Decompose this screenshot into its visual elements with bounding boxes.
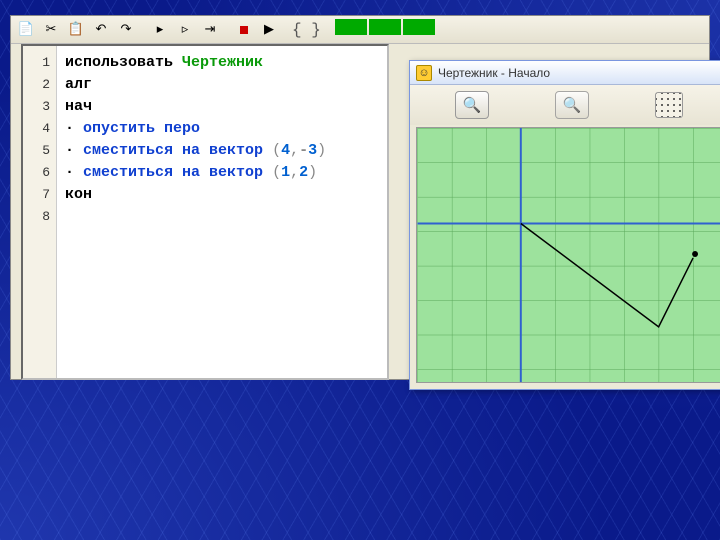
cut-icon[interactable]: ✂ <box>40 19 62 41</box>
app-icon: ☺ <box>416 65 432 81</box>
step-icon[interactable]: ▸ <box>149 19 171 41</box>
step-over-icon[interactable]: ⇥ <box>199 19 221 41</box>
code-area[interactable]: использовать Чертежник алг нач · опустит… <box>57 46 387 378</box>
ide-window: 📄 ✂ 📋 ↶ ↷ ▸ ▹ ⇥ ▶ { } 1 2 3 4 5 6 7 8 ис… <box>10 15 710 380</box>
grid-toggle-button[interactable] <box>655 92 683 118</box>
zoom-out-button[interactable]: 🔍 <box>555 91 589 119</box>
drawer-toolbar: 🔍 🔍 <box>410 85 720 125</box>
status-bars <box>333 19 435 40</box>
step-into-icon[interactable]: ▹ <box>174 19 196 41</box>
zoom-in-button[interactable]: 🔍 <box>455 91 489 119</box>
drawer-title: Чертежник - Начало <box>438 66 550 80</box>
drawing-canvas[interactable] <box>416 127 720 383</box>
grid-svg <box>417 128 720 382</box>
code-editor[interactable]: 1 2 3 4 5 6 7 8 использовать Чертежник а… <box>21 44 389 380</box>
drawer-titlebar[interactable]: ☺ Чертежник - Начало <box>410 61 720 85</box>
stop-icon[interactable] <box>233 19 255 41</box>
drawer-window: ☺ Чертежник - Начало 🔍 🔍 <box>409 60 720 390</box>
copy-icon[interactable]: 📋 <box>65 19 87 41</box>
line-gutter: 1 2 3 4 5 6 7 8 <box>23 46 57 378</box>
run-icon[interactable]: ▶ <box>258 19 280 41</box>
redo-icon[interactable]: ↷ <box>115 19 137 41</box>
new-file-icon[interactable]: 📄 <box>15 19 37 41</box>
undo-icon[interactable]: ↶ <box>90 19 112 41</box>
main-toolbar: 📄 ✂ 📋 ↶ ↷ ▸ ▹ ⇥ ▶ { } <box>11 16 709 44</box>
pen-tip <box>692 251 698 257</box>
